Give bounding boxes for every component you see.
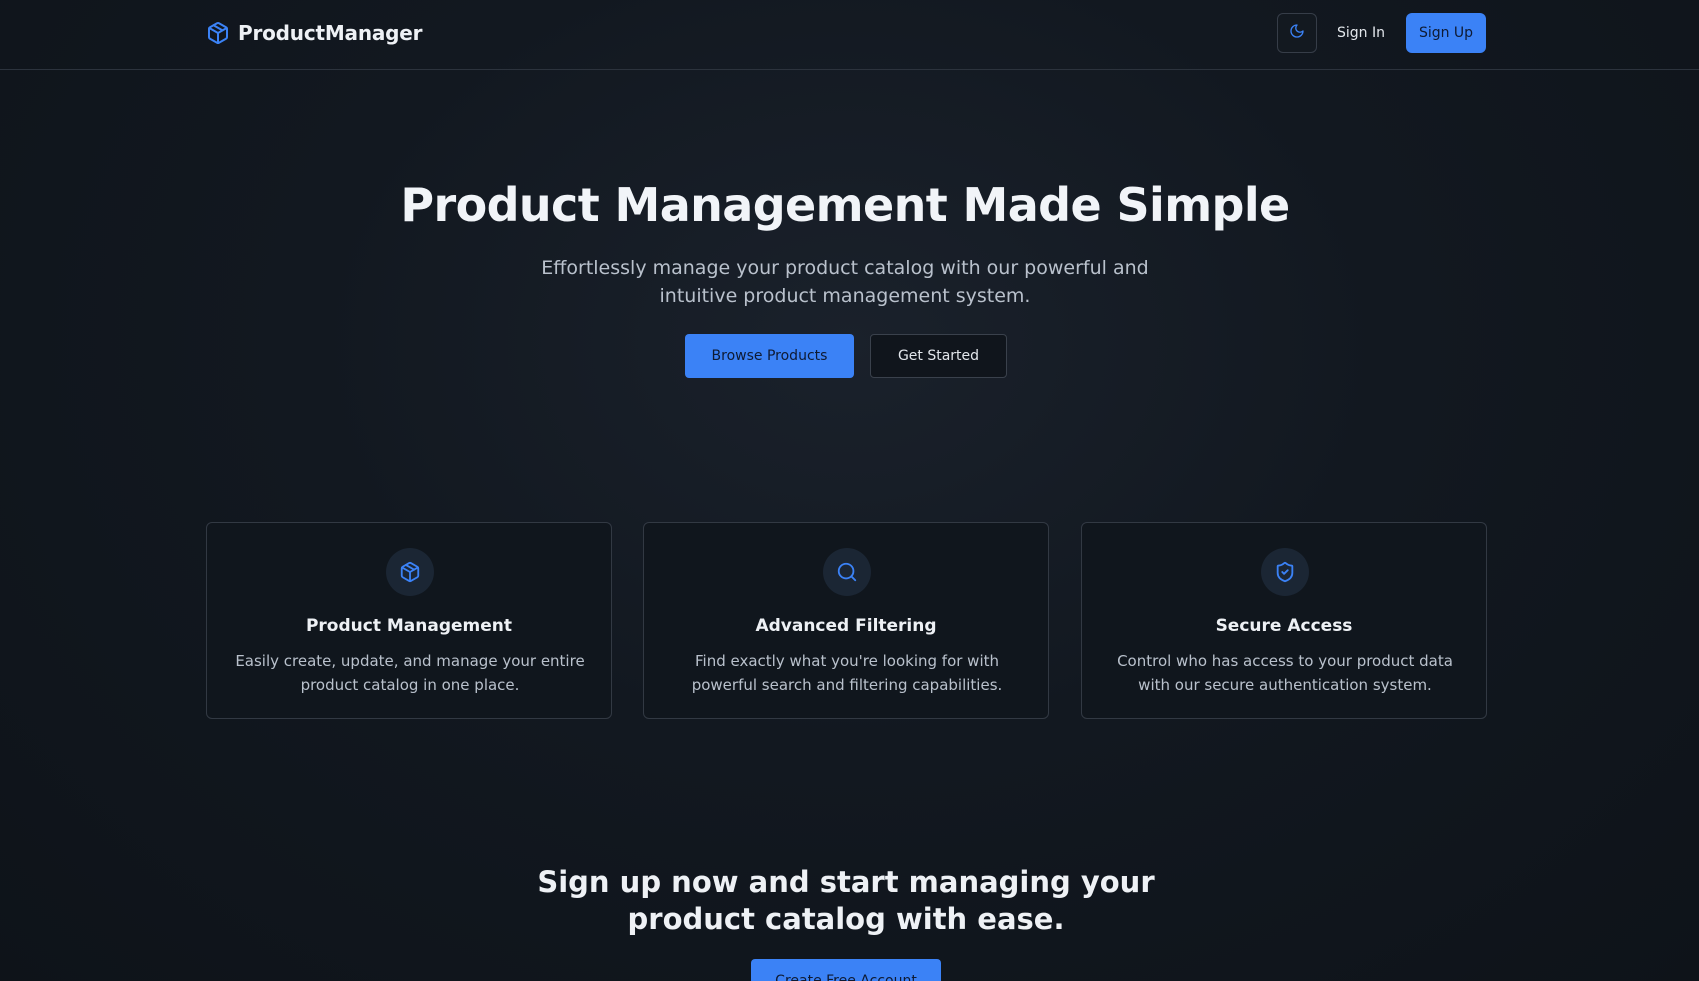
browse-products-button[interactable]: Browse Products [685, 334, 854, 378]
create-free-account-button[interactable]: Create Free Account [751, 959, 941, 981]
feature-description: Control who has access to your product d… [1117, 652, 1453, 694]
feature-card-advanced-filtering: Advanced Filtering Find exactly what you… [643, 522, 1049, 719]
search-icon [823, 548, 871, 596]
hero-subtitle: Effortlessly manage your product catalog… [541, 257, 1149, 307]
brand-name: ProductManager [238, 21, 423, 45]
package-icon [386, 548, 434, 596]
top-navbar: ProductManager Sign In Sign Up [0, 0, 1699, 70]
feature-card-secure-access: Secure Access Control who has access to … [1081, 522, 1487, 719]
theme-toggle-button[interactable] [1277, 13, 1317, 53]
feature-description: Find exactly what you're looking for wit… [691, 652, 1003, 694]
hero-title: Product Management Made Simple [400, 178, 1290, 232]
cta-title: Sign up now and start managing your prod… [537, 865, 1155, 936]
sign-in-button[interactable]: Sign In [1330, 13, 1392, 53]
feature-card-product-management: Product Management Easily create, update… [206, 522, 612, 719]
get-started-button[interactable]: Get Started [870, 334, 1007, 378]
package-icon [206, 21, 230, 45]
feature-title: Product Management [305, 616, 513, 636]
sign-up-button[interactable]: Sign Up [1406, 13, 1486, 53]
moon-icon [1289, 23, 1305, 43]
shield-check-icon [1261, 548, 1309, 596]
landing-page: ProductManager Sign In Sign Up Product M… [0, 0, 1699, 981]
feature-title: Advanced Filtering [755, 616, 937, 636]
feature-description: Easily create, update, and manage your e… [235, 652, 585, 694]
brand-logo-link[interactable]: ProductManager [206, 20, 423, 46]
feature-title: Secure Access [1215, 616, 1353, 636]
